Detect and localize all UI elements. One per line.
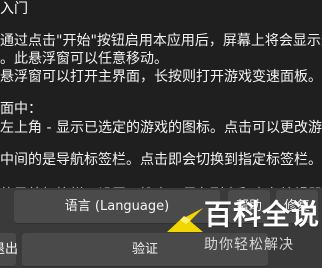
body-line: 通过点击"开始"按钮启用本应用后，屏幕上将会显示悬 [0,33,322,49]
modify-button[interactable]: 修复 [276,190,318,224]
exit-button[interactable]: 退出 [0,233,18,267]
body-line: 面中： [0,101,42,117]
body-line: 左上角 - 显示已选定的游戏的图标。点击可以更改游 [0,120,322,136]
verify-button[interactable]: 验证 [22,233,268,267]
body-line: 中间的是导航标签栏。点击即会切换到指定标签栏。 [0,152,322,168]
dialog-title: 入门 [0,1,28,17]
body-line: 悬浮窗可以打开主界面，长按则打开游戏变速面板。 [0,69,322,85]
body-line: 。此悬浮窗可以任意移动。 [0,51,168,67]
dialog: 入门 通过点击"开始"按钮启用本应用后，屏幕上将会显示悬 。此悬浮窗可以任意移动… [0,0,322,268]
help-button[interactable]: 帮助 [228,190,270,224]
language-button[interactable]: 语言 (Language) [14,190,220,224]
